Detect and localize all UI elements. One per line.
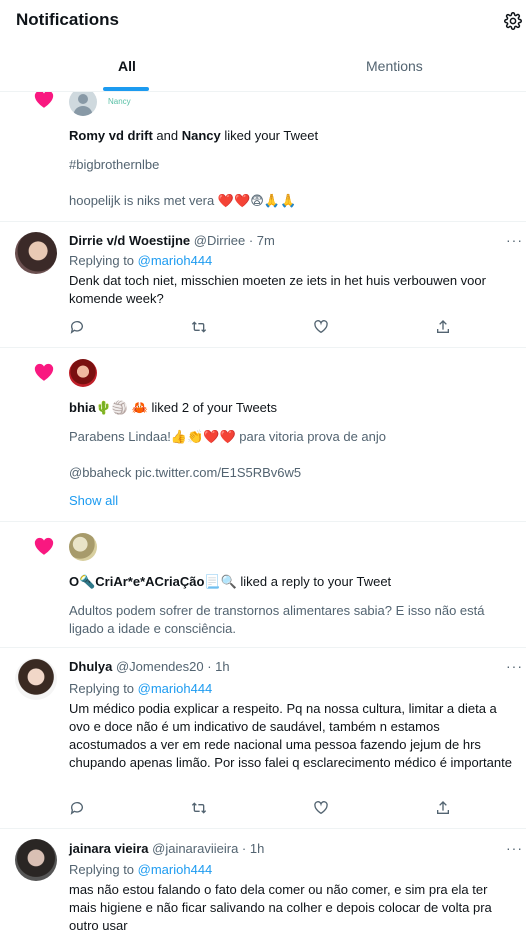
actor-name[interactable]: bhia🌵🏐 🦀 (69, 400, 148, 415)
replying-to-link[interactable]: @marioh444 (138, 862, 213, 877)
notifications-header: Notifications All Mentions (0, 0, 526, 92)
tweet-text: hoopelijk is niks met vera ❤️❤️😨🙏🙏 (69, 193, 297, 208)
replying-to: Replying to @marioh444 (69, 680, 212, 698)
actor-name[interactable]: O🔦CriAr*e*ACriaÇão📃🔍 (69, 574, 237, 589)
action-bar (69, 800, 459, 818)
actor-name[interactable]: Nancy (182, 128, 221, 143)
share-icon[interactable] (435, 319, 451, 335)
replying-to-link[interactable]: @marioh444 (138, 681, 213, 696)
replying-prefix: Replying to (69, 253, 138, 268)
reply-header: jainara vieira @jainaraviieira · 1h (69, 840, 264, 858)
reply-text: mas não estou falando o fato dela comer … (69, 882, 492, 931)
gear-icon[interactable] (504, 12, 522, 30)
notification-like[interactable]: Nancy Romy vd drift and Nancy liked your… (0, 70, 526, 222)
avatar[interactable] (69, 88, 97, 116)
reply-text: Denk dat toch niet, misschien moeten ze … (69, 273, 486, 306)
tab-mentions[interactable]: Mentions (366, 58, 423, 74)
show-all-link[interactable]: Show all (69, 492, 118, 510)
replying-prefix: Replying to (69, 862, 138, 877)
author-name[interactable]: Dhulya (69, 659, 112, 674)
conjunction: and (152, 128, 182, 143)
avatar-caption: Nancy (108, 97, 131, 106)
avatar[interactable] (15, 658, 57, 700)
tweet-text-part: Parabens Lindaa!👍👏❤️❤️ (69, 429, 236, 444)
more-icon[interactable]: ··· (506, 232, 523, 248)
avatar[interactable] (15, 839, 57, 881)
action-text: liked 2 of your Tweets (147, 400, 278, 415)
author-handle[interactable]: @Jomendes20 · 1h (116, 659, 230, 674)
reply-header: Dirrie v/d Woestijne @Dirriee · 7m (69, 232, 275, 250)
notification-reply[interactable]: jainara vieira @jainaraviieira · 1h ··· … (0, 829, 526, 931)
actor-name[interactable]: Romy vd drift (69, 128, 153, 143)
replying-to: Replying to @marioh444 (69, 252, 212, 270)
like-summary: O🔦CriAr*e*ACriaÇão📃🔍 liked a reply to yo… (69, 573, 391, 591)
share-icon[interactable] (435, 800, 451, 816)
reply-icon[interactable] (69, 319, 85, 335)
avatar[interactable] (69, 359, 97, 387)
tweet-text: @bbaheck pic.twitter.com/E1S5RBv6w5 (69, 465, 302, 480)
replying-prefix: Replying to (69, 681, 138, 696)
like-summary: Romy vd drift and Nancy liked your Tweet (69, 127, 318, 145)
replying-to: Replying to @marioh444 (69, 861, 212, 879)
like-summary: bhia🌵🏐 🦀 liked 2 of your Tweets (69, 399, 277, 417)
action-text: liked your Tweet (220, 128, 319, 143)
more-icon[interactable]: ··· (506, 840, 523, 856)
replying-to-link[interactable]: @marioh444 (138, 253, 213, 268)
retweet-icon[interactable] (191, 800, 207, 816)
action-bar (69, 319, 459, 337)
active-tab-indicator (103, 87, 149, 91)
reply-header: Dhulya @Jomendes20 · 1h (69, 658, 230, 676)
tweet-text-part: para vitoria prova de anjo (235, 429, 386, 444)
like-icon[interactable] (313, 800, 329, 816)
tweet-text: Adultos podem sofrer de transtornos alim… (69, 603, 485, 618)
author-handle[interactable]: @jainaraviieira · 1h (152, 841, 264, 856)
author-name[interactable]: jainara vieira (69, 841, 149, 856)
avatar[interactable] (69, 533, 97, 561)
heart-icon (34, 363, 54, 381)
avatar[interactable] (15, 232, 57, 274)
action-text: liked a reply to your Tweet (236, 574, 392, 589)
reply-text: Um médico podia explicar a respeito. Pq … (69, 701, 512, 770)
notification-reply[interactable]: Dhulya @Jomendes20 · 1h ··· Replying to … (0, 648, 526, 829)
notification-like[interactable]: bhia🌵🏐 🦀 liked 2 of your Tweets Parabens… (0, 348, 526, 522)
retweet-icon[interactable] (191, 319, 207, 335)
author-handle[interactable]: @Dirriee · 7m (194, 233, 275, 248)
tweet-text: #bigbrothernlbe (69, 157, 160, 172)
tab-all[interactable]: All (118, 58, 136, 74)
heart-icon (34, 537, 54, 555)
like-icon[interactable] (313, 319, 329, 335)
tweet-text: ligado a idade e consciência. (69, 621, 236, 636)
notification-like[interactable]: O🔦CriAr*e*ACriaÇão📃🔍 liked a reply to yo… (0, 522, 526, 648)
more-icon[interactable]: ··· (506, 658, 523, 674)
tweet-text: Parabens Lindaa!👍👏❤️❤️ para vitoria prov… (69, 428, 386, 446)
page-title: Notifications (16, 10, 119, 29)
reply-icon[interactable] (69, 800, 85, 816)
author-name[interactable]: Dirrie v/d Woestijne (69, 233, 190, 248)
notification-reply[interactable]: Dirrie v/d Woestijne @Dirriee · 7m ··· R… (0, 222, 526, 348)
